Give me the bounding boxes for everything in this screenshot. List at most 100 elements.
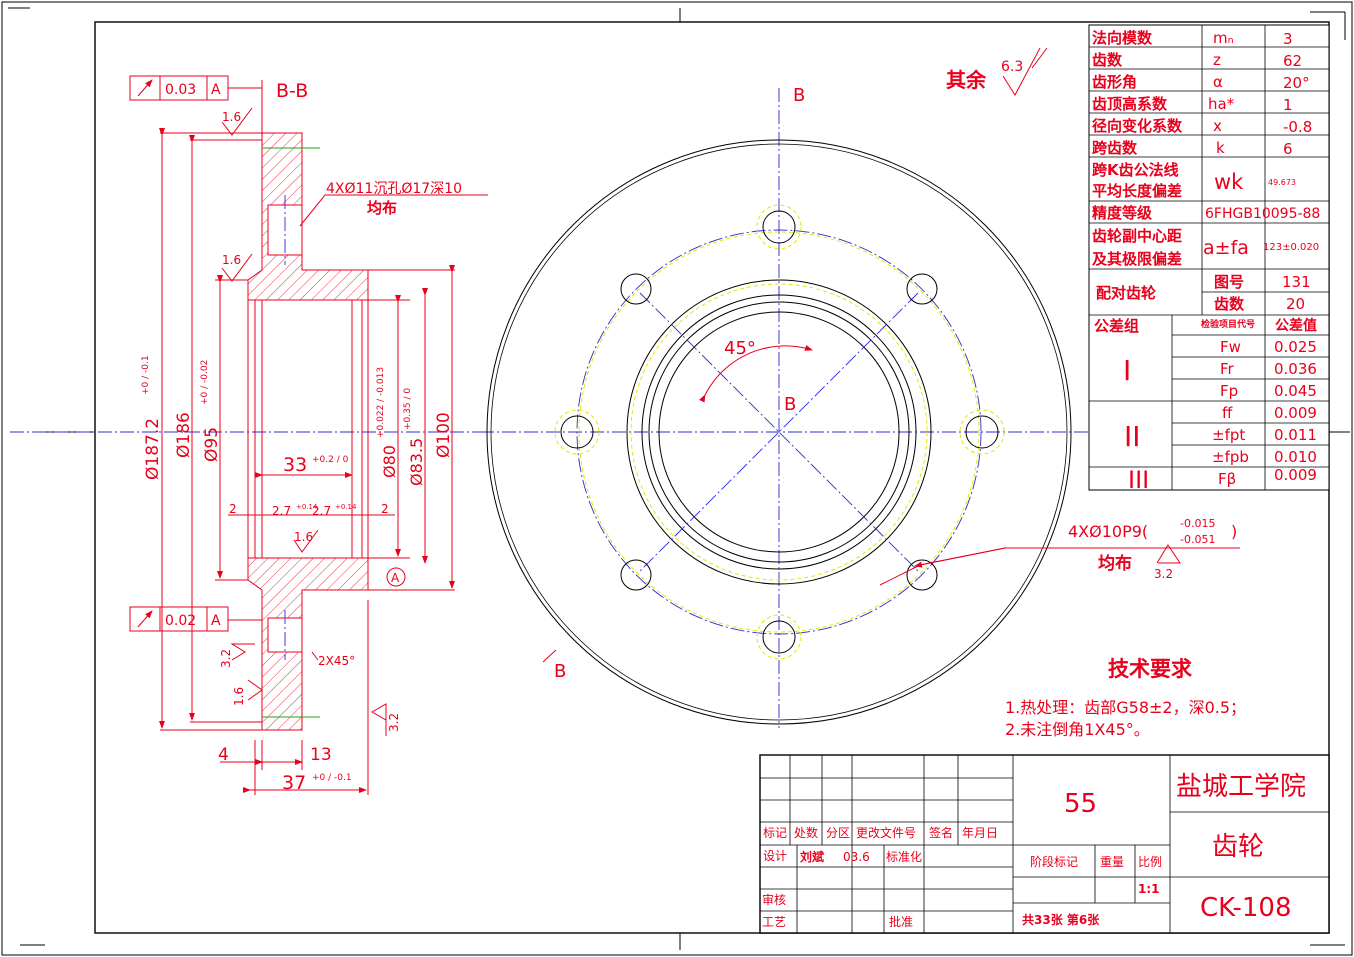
tb-design-label: 设计	[763, 849, 787, 863]
engineering-drawing: 0.03 A 0.02 A B-B 1.6 1.6 1.6 4XØ11沉孔Ø17…	[1, 1, 1353, 956]
pin-tol-lower: -0.051	[1180, 533, 1215, 546]
dim-d80: Ø80	[380, 445, 399, 478]
tech-req-title: 技术要求	[1108, 657, 1192, 681]
tol-group-2: II	[1124, 420, 1141, 453]
dim-d83: Ø83.5	[407, 438, 426, 486]
tb-header: 标记	[763, 826, 787, 840]
dim-d83-tol: +0.35 / 0	[403, 388, 413, 430]
counterbore-callout: 4XØ11沉孔Ø17深10	[326, 181, 462, 197]
finish-mark-4: 3.2	[219, 649, 233, 668]
tol-code: Fw	[1220, 338, 1241, 356]
gear-row-val: 6	[1283, 140, 1293, 158]
pin-sub: 均布	[1098, 553, 1132, 574]
dim-w37-tol: +0 / -0.1	[312, 773, 352, 783]
finish-mark-2: 1.6	[222, 253, 241, 267]
dim-d95: Ø95	[202, 427, 222, 462]
gear-row-val: 3	[1283, 30, 1293, 48]
wk-value: 49.673	[1268, 178, 1296, 187]
pin-callout: 4XØ10P9(	[1068, 522, 1148, 541]
wk-sym: wk	[1214, 170, 1244, 194]
tolerance-frame-bottom: 0.02 A	[129, 606, 229, 632]
tol-group-3: III	[1128, 466, 1149, 494]
mate-label: 配对齿轮	[1096, 284, 1156, 302]
tol-value: 0.009	[1274, 466, 1317, 484]
dim-w33-tol: +0.2 / 0	[312, 455, 349, 465]
wk-label-2: 平均长度偏差	[1092, 182, 1182, 200]
general-finish-value: 6.3	[1001, 59, 1023, 75]
gear-row-label: 齿数	[1092, 51, 1123, 69]
finish-mark-3: 1.6	[294, 530, 313, 544]
tol-datum-1: A	[211, 82, 221, 98]
tb-part-name: 齿轮	[1212, 832, 1264, 862]
tech-req-item-2: 2.未注倒角1X45°。	[1005, 720, 1150, 739]
tb-scale: 1:1	[1138, 882, 1160, 896]
tol-code: ±fpt	[1212, 426, 1245, 444]
dim-d187: Ø187.2	[143, 418, 163, 480]
tb-school: 盐城工学院	[1176, 772, 1306, 802]
finish-mark-7: 3.2	[1154, 567, 1173, 581]
tol-group-1: I	[1123, 354, 1131, 387]
gear-row-sym: x	[1213, 117, 1222, 135]
grade-label: 精度等级	[1092, 204, 1153, 222]
dim-w27a: 2.7	[272, 504, 291, 518]
tb-weight-label: 重量	[1100, 855, 1124, 869]
tb-approve-label: 批准	[889, 914, 913, 929]
section-label: B-B	[276, 80, 308, 102]
gear-row-label: 跨齿数	[1092, 139, 1138, 157]
gear-row-sym: mₙ	[1213, 29, 1234, 47]
tol-value: 0.025	[1274, 338, 1317, 356]
dim-d187-tol: +0 / -0.1	[141, 355, 151, 395]
counterbore-sub: 均布	[367, 199, 397, 217]
chamfer-callout: 2X45°	[318, 654, 355, 668]
tol-code: ±fpb	[1212, 448, 1249, 466]
tol-value: 0.010	[1274, 448, 1317, 466]
tol-value: 0.045	[1274, 382, 1317, 400]
dim-w2a: 2	[229, 502, 237, 516]
gear-row-sym: k	[1216, 139, 1225, 157]
center-value: 123±0.020	[1263, 242, 1319, 253]
gear-row-sym: α	[1213, 73, 1223, 91]
datum-a-label: A	[391, 571, 400, 585]
gear-row-label: 法向模数	[1092, 29, 1153, 47]
dim-w4: 4	[218, 745, 229, 765]
gear-parameter-table: 法向模数 mₙ 3 齿数 z 62 齿形角 α 20° 齿顶高系数 ha* 1 …	[1088, 24, 1330, 494]
mate-row-val: 20	[1286, 295, 1305, 313]
dim-w2b: 2	[381, 502, 389, 516]
dim-w27b-tol: +0.14	[335, 503, 357, 511]
tol-code: Fp	[1220, 382, 1238, 400]
tb-process-label: 工艺	[762, 915, 786, 929]
tolerance-frame-top: 0.03 A	[129, 75, 229, 101]
tb-date: 03.6	[843, 850, 870, 864]
tb-header: 分区	[826, 826, 850, 840]
tb-standard-label: 标准化	[886, 850, 922, 864]
tb-header: 更改文件号	[856, 825, 916, 840]
tol-code: ff	[1222, 404, 1233, 422]
center-label-1: 齿轮副中心距	[1092, 227, 1182, 245]
angle-label: 45°	[724, 338, 756, 359]
finish-mark-5: 1.6	[232, 687, 246, 706]
tol-header-label: 公差组	[1094, 317, 1139, 335]
center-label-2: 及其极限偏差	[1092, 250, 1182, 268]
mate-row-val: 131	[1282, 273, 1311, 291]
cut-label-center: B	[784, 394, 796, 415]
tol-value-2: 0.02	[165, 613, 196, 629]
gear-row-val: -0.8	[1283, 118, 1312, 136]
tol-header-value: 公差值	[1275, 317, 1317, 334]
tol-code: Fr	[1220, 360, 1235, 378]
tb-header: 签名	[929, 825, 953, 840]
dim-w27b: 2.7	[312, 504, 331, 518]
cut-label-top: B	[793, 85, 805, 106]
wk-label-1: 跨K齿公法线	[1092, 161, 1179, 179]
gear-row-val: 20°	[1283, 74, 1310, 92]
cut-label-bottom: B	[554, 661, 566, 682]
gear-row-sym: z	[1213, 51, 1221, 69]
dim-d100: Ø100	[434, 412, 454, 458]
title-block: 标记 处数 分区 更改文件号 签名 年月日 设计 刘斌 03.6 标准化 审核 …	[759, 754, 1330, 934]
tol-value: 0.036	[1274, 360, 1317, 378]
tol-value: 0.011	[1274, 426, 1317, 444]
gear-row-label: 齿形角	[1092, 73, 1137, 91]
tb-part-no-top: 55	[1064, 789, 1097, 819]
dim-w33: 33	[283, 454, 307, 476]
tb-drawing-no: CK-108	[1200, 893, 1291, 923]
mate-row-sym: 图号	[1214, 273, 1244, 291]
